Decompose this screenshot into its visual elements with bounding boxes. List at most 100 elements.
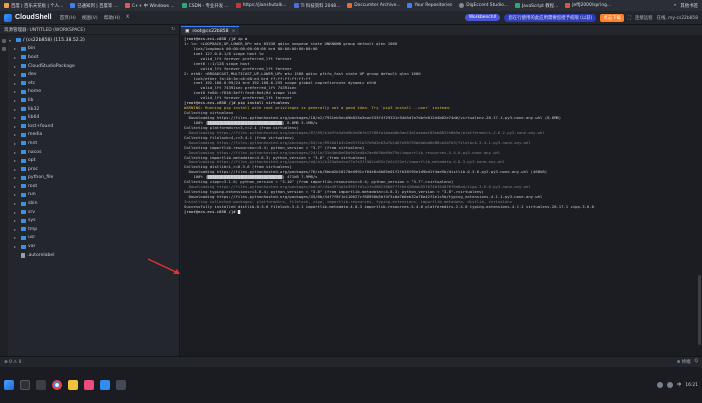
task-view-icon[interactable] (36, 380, 46, 390)
bookmark[interactable]: DigEccent Studio... (459, 3, 508, 8)
tab-terminal[interactable]: ▣ root@cs22b858 × (181, 26, 240, 35)
terminal-app-icon[interactable] (116, 380, 126, 390)
search-icon[interactable] (20, 380, 30, 390)
tree-item[interactable]: ▸ CloudStudioPackage (9, 62, 177, 71)
input-language[interactable]: 中 (677, 382, 681, 388)
folder-icon (21, 244, 26, 249)
tree-item-label: boot (28, 54, 39, 60)
chevron-right-icon: ▸ (14, 209, 17, 215)
tree-item[interactable]: ▸ dev (9, 70, 177, 79)
bookmark-favicon-icon (514, 3, 520, 8)
bookmark[interactable]: https://jianshutalk... (235, 3, 287, 8)
tree-item[interactable]: ▸ boot (9, 53, 177, 62)
tree-item-label: mnt (28, 140, 38, 146)
app-icon[interactable] (84, 380, 94, 390)
tree-item-label: sys (28, 218, 36, 224)
tree-item[interactable]: ▸ root (9, 182, 177, 191)
chevron-right-icon: ▸ (14, 97, 17, 103)
edge-icon[interactable] (100, 380, 110, 390)
refresh-icon[interactable]: ↻ (171, 27, 175, 32)
chevron-right-icon: ▸ (14, 149, 17, 155)
folder-icon (21, 132, 26, 137)
bookmark[interactable]: JavaScript 教程... (514, 3, 559, 9)
notifications-icon[interactable]: Q (695, 359, 698, 365)
network-icon[interactable] (656, 382, 663, 388)
folder-icon (21, 218, 26, 223)
tree-item[interactable]: ▸ bin (9, 45, 177, 54)
tree-item[interactable]: ▸ tmp (9, 225, 177, 234)
tree-item[interactable]: ▸ opt (9, 156, 177, 165)
folder-icon (21, 201, 26, 206)
other-bookmarks[interactable]: » 其他书签 (674, 3, 698, 9)
tree-item[interactable]: ▸ media (9, 131, 177, 140)
bookmark-favicon-icon (181, 3, 187, 8)
bookmark-label: JavaScript 教程... (521, 3, 559, 9)
scrollbar[interactable] (698, 275, 701, 345)
workbench-badge[interactable]: WorkbenchX (464, 14, 501, 21)
bookmark[interactable]: TI 科技资料 2048... (293, 3, 340, 9)
remote-connect-link[interactable]: 连接远程 (635, 15, 653, 21)
chevron-right-icon: ▸ (14, 175, 17, 181)
menu-item-home[interactable]: 首页(H) (60, 15, 76, 21)
tree-item[interactable]: ▸ proc (9, 165, 177, 174)
tree-item[interactable]: ▸ sbin (9, 199, 177, 208)
tree-item[interactable]: ▸ nacos (9, 148, 177, 157)
bookmark[interactable]: C++ 中 Windows ... (124, 3, 175, 9)
tree-item[interactable]: ▸ lib64 (9, 113, 177, 122)
user-status[interactable]: 在线, my-cs22b858 (657, 15, 698, 21)
cloudshell-logo-icon (4, 13, 12, 22)
volume-icon[interactable] (666, 382, 673, 388)
folder-icon (21, 227, 26, 232)
bookmark-favicon-icon (124, 3, 130, 8)
file-explorer-icon[interactable] (68, 380, 78, 390)
tree-item-label: proc (28, 166, 39, 172)
tree-item[interactable]: ▸ usr (9, 234, 177, 243)
bookmark[interactable]: 已通知到 | 百度等 ... (70, 3, 118, 9)
problems-indicator[interactable]: ⊗ 0 ⚠ 0 (4, 360, 21, 365)
tree-item-label: dev (28, 72, 37, 78)
files-icon[interactable] (2, 39, 6, 43)
tree-item[interactable]: ▸ lib32 (9, 105, 177, 114)
chevron-right-icon: ▸ (14, 115, 17, 121)
tree-item[interactable]: ▸ etc (9, 79, 177, 88)
tree-item-label: run (28, 192, 36, 198)
tree-root-label: / (cs22b858) (115.38.52.2) (23, 37, 85, 43)
bookmark-favicon-icon (565, 3, 571, 8)
bookmark[interactable]: Your Repositories (407, 3, 452, 8)
tree-item[interactable]: ▸ lib (9, 96, 177, 105)
chevron-right-icon: ▸ (14, 54, 17, 60)
close-icon[interactable]: × (232, 29, 236, 34)
tree-item[interactable]: ▸ lost+found (9, 122, 177, 131)
terminal-status[interactable]: ⊕ 终端 (677, 359, 691, 365)
app-header: CloudShell 首页(H) 视图(V) 帮助(H) X Workbench… (0, 11, 702, 25)
chrome-icon[interactable] (52, 380, 62, 390)
tree-item[interactable]: ▸ run (9, 191, 177, 200)
windows-start-icon[interactable] (4, 380, 14, 390)
chevron-right-icon: ▸ (14, 201, 17, 207)
tree-item[interactable]: ▸ mnt (9, 139, 177, 148)
clock[interactable]: 16:21 (685, 383, 698, 388)
tree-item[interactable]: ▸ srv (9, 208, 177, 217)
tree-root[interactable]: ▾ / (cs22b858) (115.38.52.2) (9, 36, 177, 45)
download-button[interactable]: 点击下载 (600, 13, 624, 22)
explorer-sidebar: 资源管理器: UNTITLED (WORKSPACE) ↻ ▾ / (cs22b… (0, 25, 180, 356)
tree-item[interactable]: ▸ sys (9, 216, 177, 225)
file-icon (21, 252, 25, 258)
chevron-right-icon: ▸ (14, 46, 17, 52)
chevron-right-icon: ▸ (14, 192, 17, 198)
tree-item[interactable]: ▸ python_file (9, 174, 177, 183)
search-icon[interactable] (2, 47, 6, 51)
tree-item[interactable]: ▸ var (9, 242, 177, 251)
bookmark-label: https://jianshutalk... (242, 3, 287, 8)
tree-item[interactable]: ▸ home (9, 88, 177, 97)
layout-icon[interactable]: ⛶ (628, 15, 631, 21)
chevron-right-icon: ▸ (14, 226, 17, 232)
bookmark[interactable]: 百度 | 百乐天花板 | 个人... (4, 3, 63, 9)
menu-item-close[interactable]: X (126, 15, 129, 21)
bookmark[interactable]: Doccumter Archive... (347, 3, 400, 8)
terminal-output[interactable]: [root@ecs-ecs-c858 /]# ip a 1: lo: <LOOPB… (181, 35, 702, 356)
menu-item-view[interactable]: 视图(V) (82, 15, 98, 21)
bookmark[interactable]: CSDN - 专业开发 ... (181, 3, 229, 9)
menu-item-help[interactable]: 帮助(H) (104, 15, 120, 21)
bookmark[interactable]: JeffJ2000/spring... (565, 3, 611, 8)
